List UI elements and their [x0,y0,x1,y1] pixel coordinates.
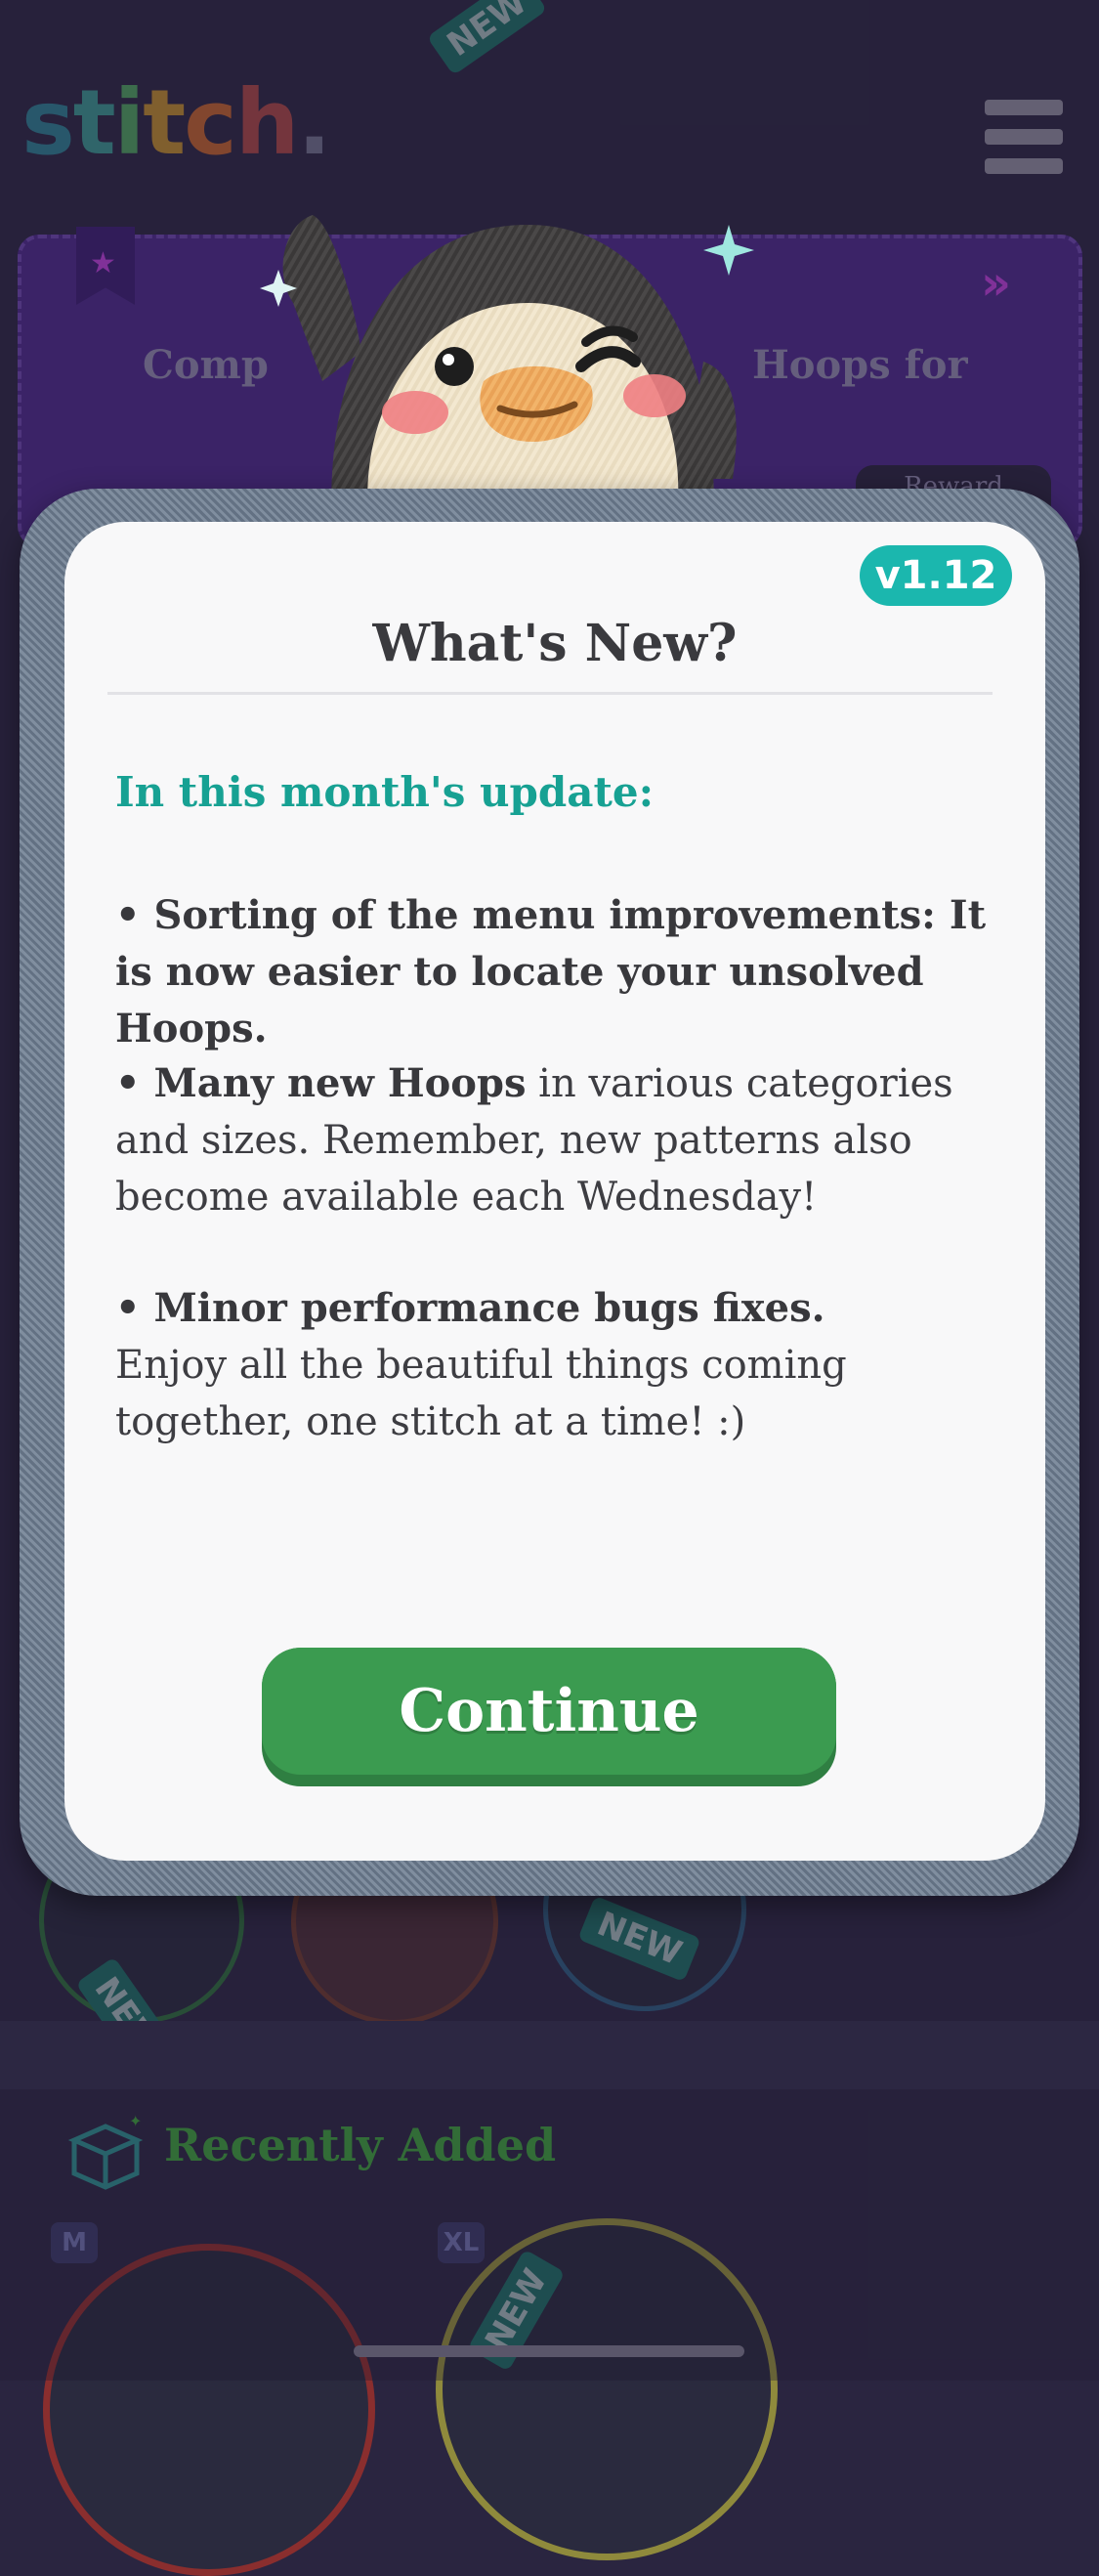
version-badge: v1.12 [860,545,1012,606]
home-indicator[interactable] [354,2345,744,2357]
update-item-new-hoops-bold: • Many new Hoops [115,1060,527,1106]
continue-button[interactable]: Continue [262,1648,836,1786]
continue-button-label: Continue [262,1648,836,1775]
update-item-sorting: • Sorting of the menu improvements: It i… [115,887,994,1057]
update-heading: In this month's update: [115,768,655,816]
update-item-bug-fixes-bold: • Minor performance bugs fixes. [115,1285,825,1331]
update-closing-text: Enjoy all the beautiful things coming to… [115,1343,847,1444]
update-item-sorting-text: • Sorting of the menu improvements: It i… [115,892,987,1052]
dialog-title: What's New? [372,614,738,673]
update-item-new-hoops: • Many new Hoops in various categories a… [115,1055,994,1225]
penguin-mascot [260,215,754,537]
title-divider [107,692,993,695]
update-item-bug-fixes: • Minor performance bugs fixes. Enjoy al… [115,1280,994,1450]
